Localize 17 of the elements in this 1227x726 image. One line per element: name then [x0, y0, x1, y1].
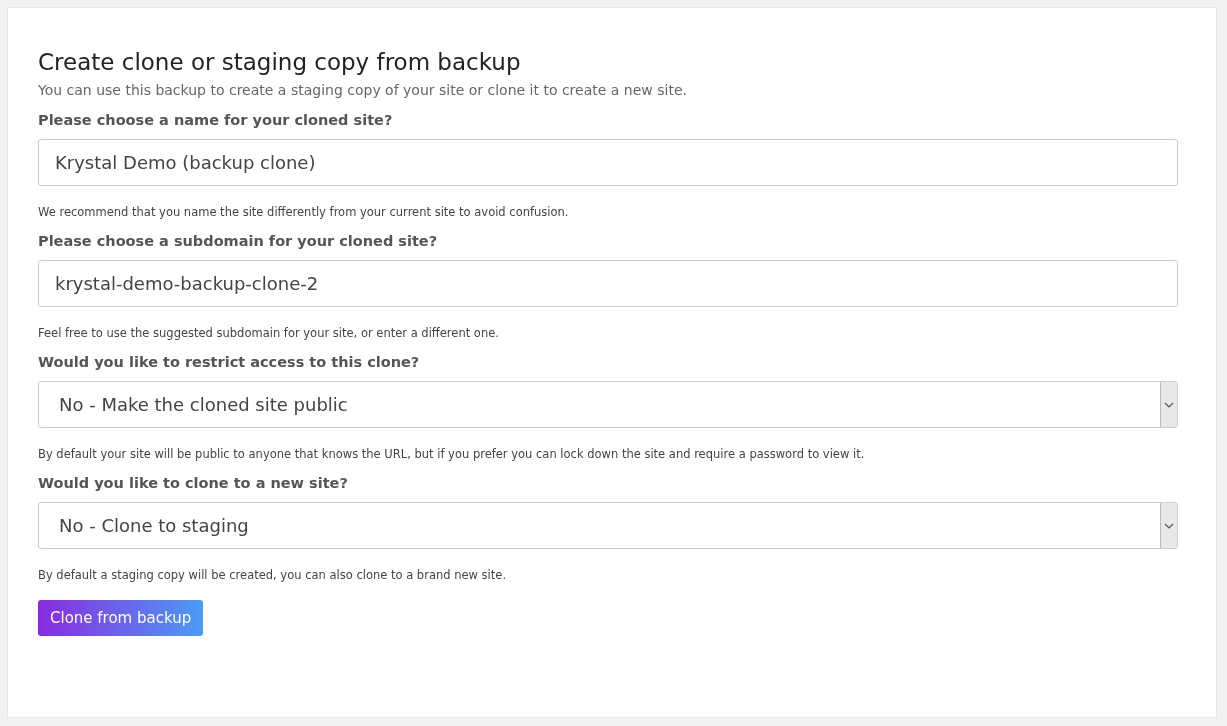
help-text: By default a staging copy will be created, you can also clone to a brand new site. — [38, 567, 508, 584]
page-title: Create clone or staging copy from backup — [38, 48, 522, 76]
input-field[interactable]: krystal-demo-backup-clone-2 — [38, 260, 1178, 307]
input-field[interactable]: Krystal Demo (backup clone) — [38, 139, 1178, 186]
page-subtitle: You can use this backup to create a staging copy of your site or clone it to create a new site. — [38, 81, 688, 100]
field-label: Please choose a name for your cloned site? — [38, 111, 394, 130]
field-label: Please choose a subdomain for your cloned site? — [38, 232, 439, 251]
field-label: Would you like to clone to a new site? — [38, 474, 349, 493]
chevron-down-icon[interactable] — [1160, 382, 1177, 427]
help-text: We recommend that you name the site differently from your current site to avoid confusion. — [38, 204, 570, 221]
dropdown-field[interactable]: No - Make the cloned site public — [38, 381, 1178, 428]
field-label: Would you like to restrict access to this clone? — [38, 353, 421, 372]
clone-button[interactable]: Clone from backup — [38, 600, 204, 636]
help-text: Feel free to use the suggested subdomain for your site, or enter a different one. — [38, 325, 500, 342]
dropdown-field[interactable]: No - Clone to staging — [38, 502, 1178, 549]
help-text: By default your site will be public to anyone that knows the URL, but if you prefer you can lock down the site and require a password to view it. — [38, 446, 866, 463]
chevron-down-icon[interactable] — [1160, 503, 1177, 548]
